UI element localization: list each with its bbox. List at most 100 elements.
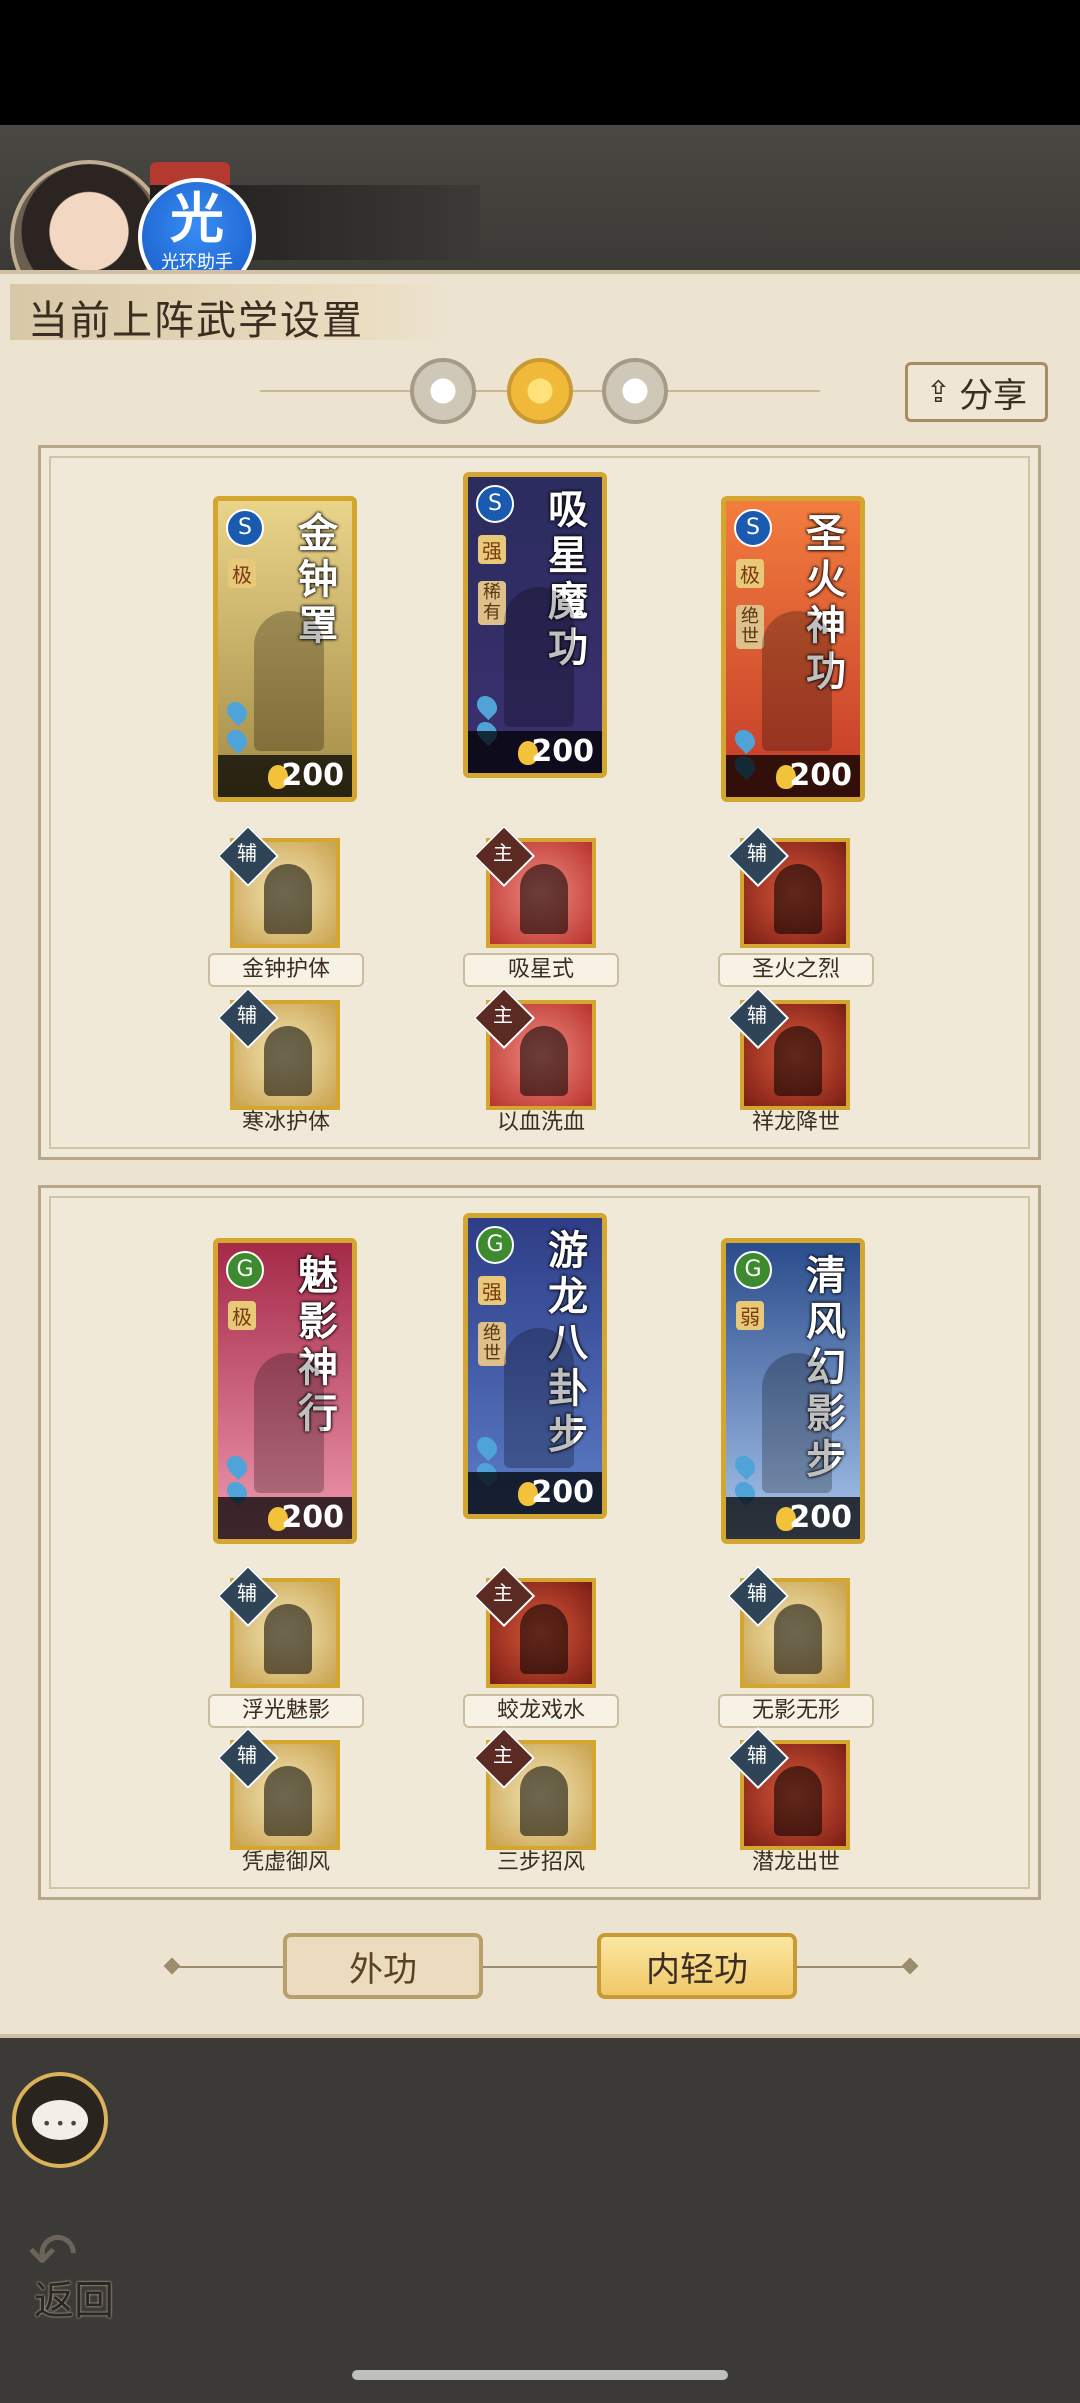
card-figure [254,1353,324,1493]
card-figure [762,1353,832,1493]
skill-silhouette [520,864,568,934]
role-label: 辅 [747,1581,767,1605]
skill-silhouette [520,1026,568,1096]
skill-name: 寒冰护体 [241,1110,330,1135]
martial-card[interactable]: G 清风幻影步 弱 200 [721,1238,865,1544]
martial-card[interactable]: G 魅影神行 极 200 [213,1238,357,1544]
skill-name: 无影无形 [718,1694,874,1728]
grade-badge: 极 [228,1301,256,1330]
skill-icon[interactable]: 主 [472,824,596,948]
share-button[interactable]: ⇪ 分享 [905,362,1048,422]
tab-sun[interactable] [507,358,573,424]
role-label: 辅 [747,1003,767,1027]
rank-badge: 稀有 [478,581,506,625]
martial-card[interactable]: S 吸星魔功 强 稀有 200 [463,472,607,778]
page-title: 当前上阵武学设置 [28,298,364,344]
grade-badge: 极 [228,559,256,588]
skill-icon[interactable]: 辅 [726,1564,850,1688]
skill-icon[interactable]: 辅 [216,986,340,1110]
skill-name: 潜龙出世 [751,1850,840,1875]
martial-card[interactable]: S 圣火神功 极 绝世 200 [721,496,865,802]
role-label: 辅 [747,841,767,865]
tab-outer-skill[interactable]: 外功 [283,1933,483,1999]
card-cost: 200 [281,758,344,793]
tab-ring[interactable] [602,358,668,424]
card-figure [504,587,574,727]
skill-silhouette [264,1604,312,1674]
skill-silhouette [264,864,312,934]
tab-moon[interactable] [410,358,476,424]
rank-badge: 绝世 [736,605,764,649]
grade-badge: 强 [478,1276,506,1305]
skill-silhouette [520,1604,568,1674]
element-s-icon: S [226,509,264,547]
role-label: 辅 [747,1743,767,1767]
share-label: 分享 [959,375,1028,416]
skill-icon[interactable]: 辅 [726,986,850,1110]
role-label: 辅 [237,1003,257,1027]
drop-icon [730,1451,760,1481]
element-s-icon: S [734,509,772,547]
skill-icon[interactable]: 辅 [726,1726,850,1850]
drop-icon [472,691,502,721]
skill-name: 以血洗血 [496,1110,585,1135]
tab-inner-light-skill[interactable]: 内轻功 [597,1933,797,1999]
role-label: 辅 [237,1743,257,1767]
card-cost: 200 [531,1475,594,1510]
skill-name: 祥龙降世 [751,1110,840,1135]
skill-icon[interactable]: 辅 [216,824,340,948]
card-cost: 200 [281,1500,344,1535]
helper-char: 光 [170,187,224,250]
skill-silhouette [264,1766,312,1836]
role-label: 主 [493,1003,513,1027]
skill-name: 蛟龙戏水 [463,1694,619,1728]
role-label: 主 [493,1581,513,1605]
martial-card[interactable]: S 金钟罩 极 200 [213,496,357,802]
home-indicator[interactable] [352,2370,728,2380]
skill-icon[interactable]: 主 [472,986,596,1110]
skill-name: 三步招风 [496,1850,585,1875]
drop-icon [222,697,252,727]
element-s-icon: S [476,485,514,523]
skill-silhouette [520,1766,568,1836]
rank-badge: 绝世 [478,1322,506,1366]
chat-dots-icon: ••• [42,2114,83,2133]
card-cost: 200 [789,758,852,793]
back-button[interactable]: ↶ 返回 [28,2210,138,2324]
element-g-icon: G [226,1251,264,1289]
role-label: 辅 [237,1581,257,1605]
grade-badge: 极 [736,559,764,588]
back-label: 返回 [34,2278,114,2324]
role-label: 主 [493,1743,513,1767]
skill-name: 凭虚御风 [241,1850,330,1875]
bottom-divider [168,1966,916,1968]
skill-name: 吸星式 [463,953,619,987]
skill-name: 浮光魅影 [208,1694,364,1728]
skill-silhouette [774,1604,822,1674]
role-label: 辅 [237,841,257,865]
skill-icon[interactable]: 辅 [216,1726,340,1850]
martial-card[interactable]: G 游龙八卦步 强 绝世 200 [463,1213,607,1519]
card-figure [504,1328,574,1468]
grade-badge: 强 [478,535,506,564]
card-figure [762,611,832,751]
chat-bubble-icon: ••• [32,2100,88,2140]
skill-silhouette [774,1766,822,1836]
element-g-icon: G [476,1226,514,1264]
skill-icon[interactable]: 辅 [726,824,850,948]
skill-silhouette [774,864,822,934]
grade-badge: 弱 [736,1301,764,1330]
card-cost: 200 [789,1500,852,1535]
drop-icon [472,1432,502,1462]
element-g-icon: G [734,1251,772,1289]
skill-icon[interactable]: 主 [472,1726,596,1850]
skill-silhouette [264,1026,312,1096]
skill-icon[interactable]: 主 [472,1564,596,1688]
card-figure [254,611,324,751]
skill-icon[interactable]: 辅 [216,1564,340,1688]
chat-button[interactable]: ••• [12,2072,108,2168]
drop-icon [222,1451,252,1481]
share-icon: ⇪ [925,374,952,410]
skill-name: 圣火之烈 [718,953,874,987]
role-label: 主 [493,841,513,865]
